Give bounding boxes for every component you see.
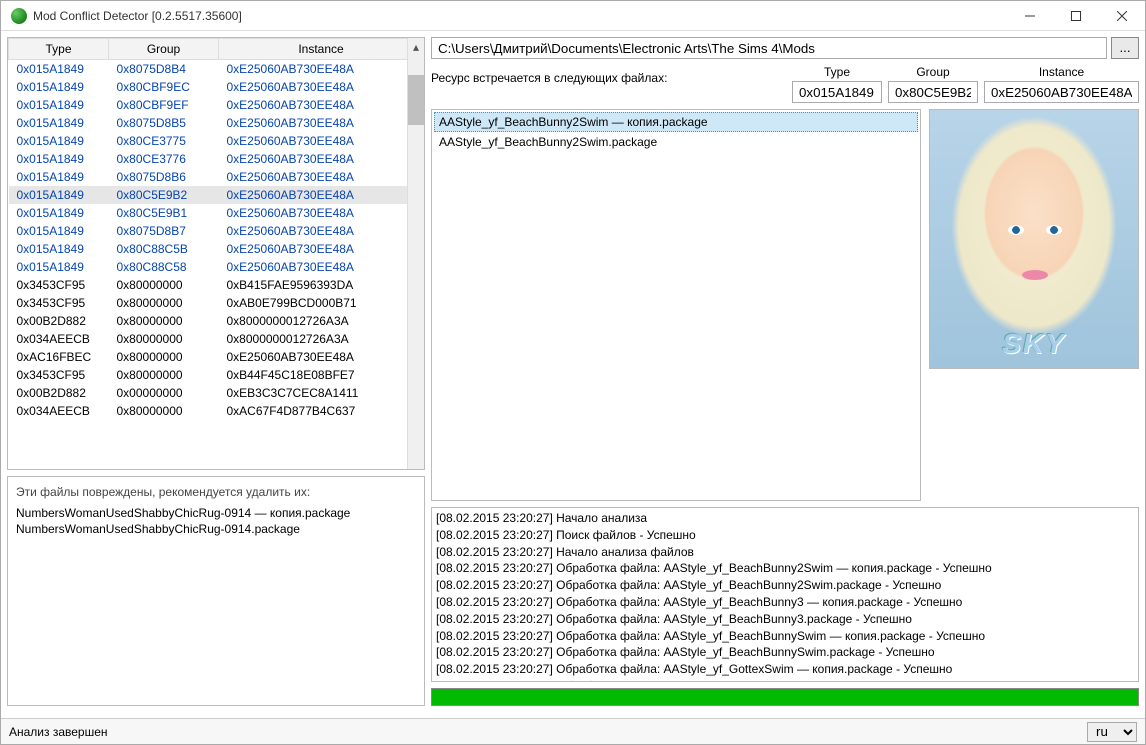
scroll-thumb[interactable] bbox=[408, 75, 424, 125]
log-panel[interactable]: [08.02.2015 23:20:27] Начало анализа[08.… bbox=[431, 507, 1139, 682]
app-icon bbox=[11, 8, 27, 24]
table-row[interactable]: 0xAC16FBEC0x800000000xE25060AB730EE48A bbox=[9, 348, 424, 366]
table-row[interactable]: 0x015A18490x80C88C580xE25060AB730EE48A bbox=[9, 258, 424, 276]
table-row[interactable]: 0x015A18490x8075D8B40xE25060AB730EE48A bbox=[9, 60, 424, 79]
log-line: [08.02.2015 23:20:27] Начало анализа фай… bbox=[436, 544, 1134, 561]
table-row[interactable]: 0x015A18490x80CBF9EC0xE25060AB730EE48A bbox=[9, 78, 424, 96]
status-text: Анализ завершен bbox=[9, 725, 108, 739]
resource-table-panel: Type Group Instance 0x015A18490x8075D8B4… bbox=[7, 37, 425, 470]
table-row[interactable]: 0x3453CF950x800000000xB415FAE9596393DA bbox=[9, 276, 424, 294]
close-button[interactable] bbox=[1099, 1, 1145, 31]
table-row[interactable]: 0x3453CF950x800000000xAB0E799BCD000B71 bbox=[9, 294, 424, 312]
damaged-files-label: Эти файлы повреждены, рекомендуется удал… bbox=[16, 481, 416, 505]
mods-path-input[interactable] bbox=[431, 37, 1107, 59]
log-line: [08.02.2015 23:20:27] Обработка файла: A… bbox=[436, 644, 1134, 661]
scroll-up-icon[interactable]: ▴ bbox=[408, 38, 424, 55]
field-type-label: Type bbox=[824, 65, 850, 81]
field-instance-label: Instance bbox=[1039, 65, 1084, 81]
minimize-button[interactable] bbox=[1007, 1, 1053, 31]
titlebar: Mod Conflict Detector [0.2.5517.35600] bbox=[1, 1, 1145, 31]
statusbar: Анализ завершен ru bbox=[1, 718, 1145, 744]
col-instance[interactable]: Instance bbox=[219, 39, 424, 60]
conflict-file-list[interactable]: AAStyle_yf_BeachBunny2Swim — копия.packa… bbox=[431, 109, 921, 501]
log-line: [08.02.2015 23:20:27] Обработка файла: A… bbox=[436, 594, 1134, 611]
log-line: [08.02.2015 23:20:27] Обработка файла: A… bbox=[436, 628, 1134, 645]
browse-button[interactable]: ... bbox=[1111, 37, 1139, 59]
table-row[interactable]: 0x3453CF950x800000000xB44F45C18E08BFE7 bbox=[9, 366, 424, 384]
damaged-files-panel: Эти файлы повреждены, рекомендуется удал… bbox=[7, 476, 425, 706]
preview-image: SKY bbox=[929, 109, 1139, 369]
log-line: [08.02.2015 23:20:27] Обработка файла: A… bbox=[436, 678, 1134, 682]
table-scrollbar[interactable]: ▴ bbox=[407, 38, 424, 469]
log-line: [08.02.2015 23:20:27] Обработка файла: A… bbox=[436, 611, 1134, 628]
log-line: [08.02.2015 23:20:27] Обработка файла: A… bbox=[436, 577, 1134, 594]
list-item[interactable]: AAStyle_yf_BeachBunny2Swim — копия.packa… bbox=[434, 112, 918, 132]
damaged-files-list[interactable]: NumbersWomanUsedShabbyChicRug-0914 — коп… bbox=[16, 505, 416, 537]
list-item[interactable]: NumbersWomanUsedShabbyChicRug-0914 — коп… bbox=[16, 505, 416, 521]
table-row[interactable]: 0x015A18490x80CE37750xE25060AB730EE48A bbox=[9, 132, 424, 150]
log-line: [08.02.2015 23:20:27] Обработка файла: A… bbox=[436, 560, 1134, 577]
table-row[interactable]: 0x00B2D8820x000000000xEB3C3C7CEC8A1411 bbox=[9, 384, 424, 402]
table-row[interactable]: 0x015A18490x80CBF9EF0xE25060AB730EE48A bbox=[9, 96, 424, 114]
log-line: [08.02.2015 23:20:27] Поиск файлов - Усп… bbox=[436, 527, 1134, 544]
table-row[interactable]: 0x015A18490x80C5E9B10xE25060AB730EE48A bbox=[9, 204, 424, 222]
field-type[interactable] bbox=[792, 81, 882, 103]
resource-found-label: Ресурс встречается в следующих файлах: bbox=[431, 65, 784, 91]
window-title: Mod Conflict Detector [0.2.5517.35600] bbox=[33, 9, 1007, 23]
field-instance[interactable] bbox=[984, 81, 1139, 103]
table-row[interactable]: 0x015A18490x80CE37760xE25060AB730EE48A bbox=[9, 150, 424, 168]
list-item[interactable]: NumbersWomanUsedShabbyChicRug-0914.packa… bbox=[16, 521, 416, 537]
app-window: Mod Conflict Detector [0.2.5517.35600] T… bbox=[0, 0, 1146, 745]
field-group[interactable] bbox=[888, 81, 978, 103]
resource-table[interactable]: Type Group Instance 0x015A18490x8075D8B4… bbox=[8, 38, 424, 420]
col-type[interactable]: Type bbox=[9, 39, 109, 60]
table-row[interactable]: 0x034AEECB0x800000000x8000000012726A3A bbox=[9, 330, 424, 348]
preview-watermark: SKY bbox=[930, 328, 1138, 360]
list-item[interactable]: AAStyle_yf_BeachBunny2Swim.package bbox=[434, 132, 918, 152]
field-group-label: Group bbox=[916, 65, 949, 81]
language-select[interactable]: ru bbox=[1087, 722, 1137, 742]
table-row[interactable]: 0x00B2D8820x800000000x8000000012726A3A bbox=[9, 312, 424, 330]
table-row[interactable]: 0x015A18490x80C5E9B20xE25060AB730EE48A bbox=[9, 186, 424, 204]
maximize-button[interactable] bbox=[1053, 1, 1099, 31]
table-row[interactable]: 0x015A18490x8075D8B50xE25060AB730EE48A bbox=[9, 114, 424, 132]
table-row[interactable]: 0x015A18490x8075D8B60xE25060AB730EE48A bbox=[9, 168, 424, 186]
log-line: [08.02.2015 23:20:27] Начало анализа bbox=[436, 510, 1134, 527]
table-row[interactable]: 0x015A18490x80C88C5B0xE25060AB730EE48A bbox=[9, 240, 424, 258]
progress-bar bbox=[431, 688, 1139, 706]
col-group[interactable]: Group bbox=[109, 39, 219, 60]
window-controls bbox=[1007, 1, 1145, 31]
table-row[interactable]: 0x015A18490x8075D8B70xE25060AB730EE48A bbox=[9, 222, 424, 240]
table-row[interactable]: 0x034AEECB0x800000000xAC67F4D877B4C637 bbox=[9, 402, 424, 420]
log-line: [08.02.2015 23:20:27] Обработка файла: A… bbox=[436, 661, 1134, 678]
